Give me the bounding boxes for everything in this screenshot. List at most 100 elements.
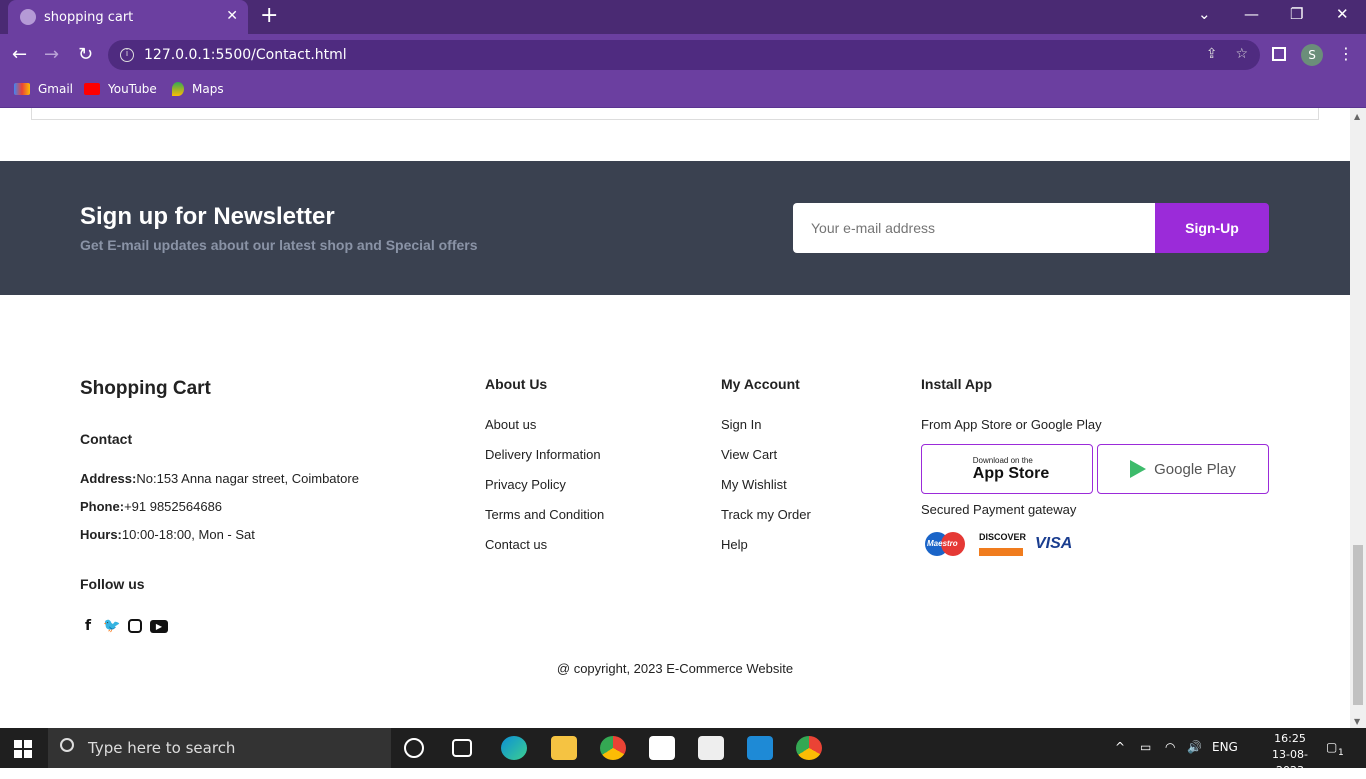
reload-button[interactable]: ↻ xyxy=(78,44,93,65)
account-link-sign-in[interactable]: Sign In xyxy=(721,417,761,432)
windows-taskbar: Type here to search ^ ▭ ◠ 🔊 ENG 16:25 13… xyxy=(0,728,1366,777)
url-text: 127.0.0.1:5500/Contact.html xyxy=(144,47,347,63)
google-play-button[interactable]: Google Play xyxy=(1097,444,1269,494)
about-link-delivery[interactable]: Delivery Information xyxy=(485,447,601,462)
share-icon[interactable]: ⇪ xyxy=(1206,46,1218,62)
site-info-icon[interactable]: i xyxy=(120,48,134,62)
tab-title: shopping cart xyxy=(44,9,134,25)
bookmark-label: Gmail xyxy=(38,82,74,96)
scroll-down-icon[interactable]: ▼ xyxy=(1354,717,1360,726)
maestro-text: Maestro xyxy=(927,539,958,548)
app-store-text: Download on the App Store xyxy=(973,456,1049,483)
content-box-bottom-edge xyxy=(31,108,1319,120)
account-link-help[interactable]: Help xyxy=(721,537,748,552)
clock-date: 13-08-2023 xyxy=(1272,748,1308,777)
address-bar[interactable]: i 127.0.0.1:5500/Contact.html ⇪ ☆ xyxy=(108,40,1260,70)
visa-logo: VISA xyxy=(1035,535,1073,552)
copyright-text: @ copyright, 2023 E-Commerce Website xyxy=(556,661,794,676)
address-label: Address: xyxy=(80,471,137,486)
mail-icon[interactable] xyxy=(698,736,724,760)
page-content: Sign up for Newsletter Get E-mail update… xyxy=(0,108,1350,728)
about-link-about-us[interactable]: About us xyxy=(485,417,536,432)
notification-icon[interactable]: ▢ xyxy=(1326,740,1337,754)
footer-brand: Shopping Cart xyxy=(80,378,211,399)
menu-kebab-icon[interactable]: ⋮ xyxy=(1338,44,1354,63)
profile-avatar[interactable]: S xyxy=(1301,44,1323,66)
globe-icon xyxy=(20,9,36,25)
browser-toolbar: ← → ↻ i 127.0.0.1:5500/Contact.html ⇪ ☆ … xyxy=(0,34,1366,76)
bookmark-label: Maps xyxy=(192,82,224,96)
cortana-icon[interactable] xyxy=(404,738,424,758)
instagram-icon[interactable] xyxy=(128,619,142,633)
about-link-terms[interactable]: Terms and Condition xyxy=(485,507,604,522)
phone-label: Phone: xyxy=(80,499,125,514)
search-icon xyxy=(60,738,74,752)
browser-tabbar: shopping cart ✕ + ⌄ — ❐ ✕ xyxy=(0,0,1366,34)
newsletter-title: Sign up for Newsletter xyxy=(80,203,335,230)
minimize-button[interactable]: — xyxy=(1244,5,1259,23)
signup-button[interactable]: Sign-Up xyxy=(1155,203,1269,253)
browser-tab[interactable]: shopping cart ✕ xyxy=(8,0,248,34)
close-window-button[interactable]: ✕ xyxy=(1336,5,1349,23)
chrome-icon[interactable] xyxy=(600,736,626,760)
battery-icon[interactable]: ▭ xyxy=(1140,740,1151,754)
back-button[interactable]: ← xyxy=(12,44,27,65)
scroll-up-icon[interactable]: ▲ xyxy=(1354,112,1360,121)
language-indicator[interactable]: ENG xyxy=(1212,740,1238,754)
account-link-wishlist[interactable]: My Wishlist xyxy=(721,477,787,492)
wifi-icon[interactable]: ◠ xyxy=(1165,740,1175,754)
close-tab-icon[interactable]: ✕ xyxy=(226,8,238,24)
discover-logo: DISCOVER xyxy=(979,532,1026,556)
youtube-icon xyxy=(84,83,100,95)
facebook-icon[interactable]: f xyxy=(80,618,96,634)
scrollbar-thumb[interactable] xyxy=(1353,545,1363,705)
bookmark-star-icon[interactable]: ☆ xyxy=(1235,46,1248,62)
app-store-button[interactable]: Download on the App Store xyxy=(921,444,1093,494)
follow-heading: Follow us xyxy=(80,576,145,592)
app-store-small-text: Download on the xyxy=(972,455,1033,465)
chrome-active-icon[interactable] xyxy=(796,736,822,760)
bookmark-youtube[interactable]: YouTube xyxy=(84,82,157,96)
chevron-down-icon[interactable]: ⌄ xyxy=(1198,5,1211,23)
store-icon[interactable] xyxy=(649,736,675,760)
page-scrollbar[interactable]: ▲ ▼ xyxy=(1350,108,1366,728)
about-link-contact[interactable]: Contact us xyxy=(485,537,547,552)
contact-heading: Contact xyxy=(80,431,133,447)
gmail-icon xyxy=(14,83,30,95)
account-link-track-order[interactable]: Track my Order xyxy=(721,507,811,522)
edge-icon[interactable] xyxy=(501,736,527,760)
about-link-privacy[interactable]: Privacy Policy xyxy=(485,477,566,492)
vscode-icon[interactable] xyxy=(747,736,773,760)
bookmark-maps[interactable]: Maps xyxy=(172,82,224,96)
clock-time: 16:25 xyxy=(1274,732,1306,745)
payment-logos: Maestro DISCOVER VISA xyxy=(923,532,1072,556)
social-icons: f 🐦 ▶ xyxy=(80,618,168,634)
taskbar-search[interactable]: Type here to search xyxy=(48,728,391,768)
install-subtitle: From App Store or Google Play xyxy=(921,417,1102,432)
address-value: No:153 Anna nagar street, Coimbatore xyxy=(136,471,359,486)
twitter-icon[interactable]: 🐦 xyxy=(103,618,120,634)
side-panel-icon[interactable] xyxy=(1272,47,1286,61)
file-explorer-icon[interactable] xyxy=(551,736,577,760)
phone-line: Phone:+91 9852564686 xyxy=(80,499,222,514)
volume-icon[interactable]: 🔊 xyxy=(1187,740,1202,754)
google-play-text: Google Play xyxy=(1154,460,1236,478)
windows-start-icon[interactable] xyxy=(14,740,32,758)
task-view-icon[interactable] xyxy=(452,739,472,757)
about-heading: About Us xyxy=(485,376,548,392)
bookmark-label: YouTube xyxy=(108,82,157,96)
address-line: Address:No:153 Anna nagar street, Coimba… xyxy=(80,471,359,486)
youtube-icon[interactable]: ▶ xyxy=(150,619,168,633)
newsletter-subtitle: Get E-mail updates about our latest shop… xyxy=(80,237,478,253)
restore-button[interactable]: ❐ xyxy=(1290,5,1303,23)
tray-chevron-icon[interactable]: ^ xyxy=(1115,740,1125,754)
forward-button[interactable]: → xyxy=(44,44,59,65)
bookmark-gmail[interactable]: Gmail xyxy=(14,82,73,96)
taskbar-clock[interactable]: 16:25 13-08-2023 xyxy=(1262,731,1318,779)
email-input[interactable] xyxy=(793,203,1155,253)
account-link-view-cart[interactable]: View Cart xyxy=(721,447,777,462)
notification-count: 1 xyxy=(1338,748,1344,758)
taskbar-search-placeholder: Type here to search xyxy=(88,739,236,757)
phone-value: +91 9852564686 xyxy=(124,499,223,514)
new-tab-button[interactable]: + xyxy=(260,5,278,27)
